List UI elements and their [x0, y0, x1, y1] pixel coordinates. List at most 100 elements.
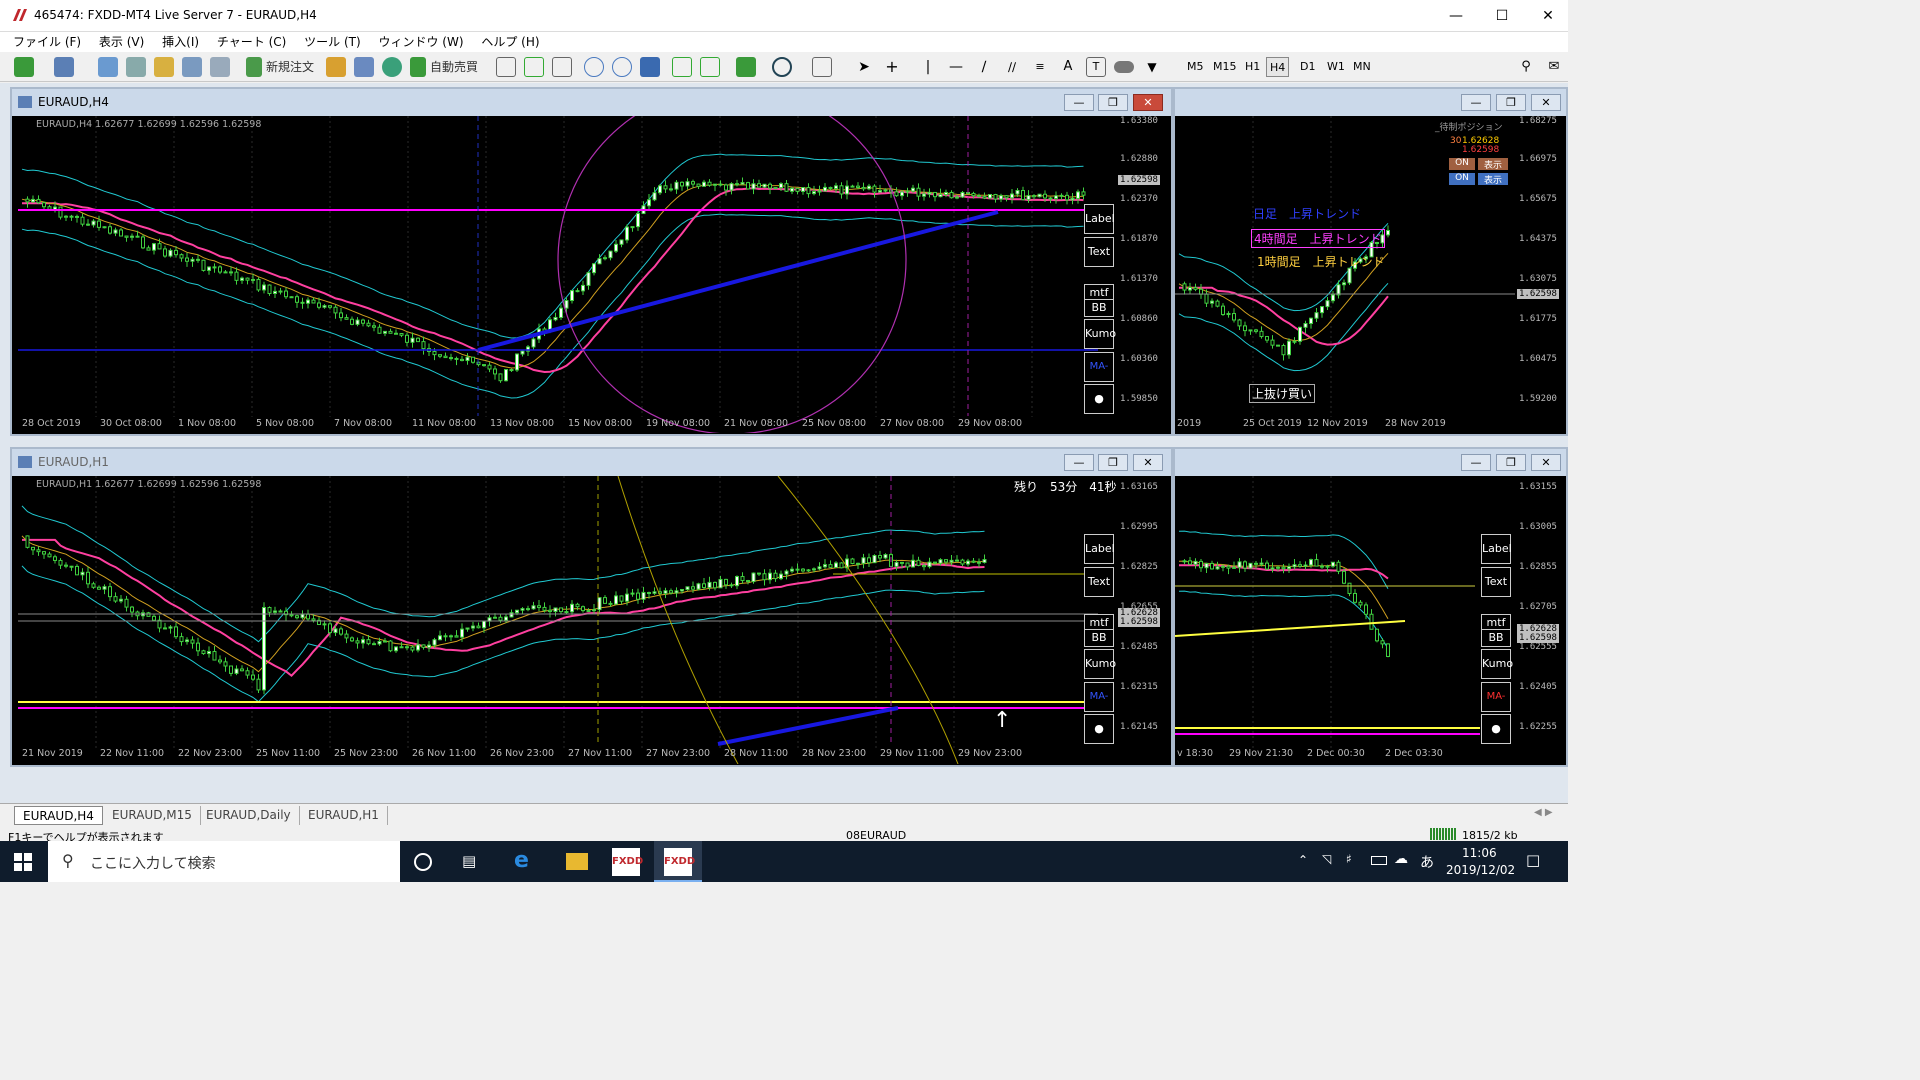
chart-plot-h1[interactable]: EURAUD,H1 1.62677 1.62699 1.62596 1.6259…: [18, 476, 1169, 764]
network-icon[interactable]: ◹: [1322, 852, 1331, 866]
tab-euraud-daily[interactable]: EURAUD,Daily: [198, 806, 300, 825]
clock-date[interactable]: 2019/12/02: [1446, 863, 1515, 877]
tab-euraud-m15[interactable]: EURAUD,M15: [104, 806, 201, 825]
arrows-icon[interactable]: ▼: [1142, 57, 1162, 77]
text-button[interactable]: Text: [1084, 237, 1114, 267]
chart-minimize-button[interactable]: —: [1064, 454, 1094, 471]
on-toggle-1[interactable]: ON: [1449, 158, 1475, 170]
ime-indicator[interactable]: あ: [1420, 852, 1434, 872]
ellipse-icon[interactable]: [1114, 61, 1134, 73]
menu-view[interactable]: 表示 (V): [92, 32, 151, 52]
autoscroll-icon[interactable]: [672, 57, 692, 77]
chart-minimize-button[interactable]: —: [1461, 94, 1491, 111]
fxdd-app-icon[interactable]: FXDD: [612, 848, 643, 876]
fxdd-app-active[interactable]: FXDD: [654, 841, 702, 882]
maximize-button[interactable]: ☐: [1479, 0, 1525, 32]
new-order-button[interactable]: 新規注文: [266, 57, 314, 77]
volume-icon[interactable]: ♯: [1346, 852, 1352, 866]
show-button-1[interactable]: 表示: [1478, 158, 1508, 171]
chart-minimize-button[interactable]: —: [1064, 94, 1094, 111]
vertical-line-icon[interactable]: |: [918, 57, 938, 77]
search-icon[interactable]: ⚲: [1516, 57, 1536, 77]
timeframe-m15[interactable]: M15: [1210, 57, 1240, 77]
line-chart-icon[interactable]: [552, 57, 572, 77]
fibonacci-icon[interactable]: ≡: [1030, 57, 1050, 77]
periods-icon[interactable]: [772, 57, 792, 77]
label-button[interactable]: Label: [1084, 204, 1115, 234]
chart-restore-button[interactable]: ❐: [1496, 454, 1526, 471]
cursor-icon[interactable]: ➤: [854, 57, 874, 77]
onedrive-icon[interactable]: ☁: [1394, 851, 1408, 867]
notifications-icon[interactable]: □: [1526, 851, 1540, 869]
menu-insert[interactable]: 挿入(I): [155, 32, 206, 52]
chart-restore-button[interactable]: ❐: [1098, 94, 1128, 111]
chart-window-h1[interactable]: EURAUD,H1 — ❐ ✕ EURAUD,H1 1.62677 1.6269…: [10, 447, 1173, 767]
kumo-button[interactable]: Kumo: [1084, 319, 1116, 349]
candlestick-icon[interactable]: [524, 57, 544, 77]
indicators-icon[interactable]: [736, 57, 756, 77]
settings-icon[interactable]: ●: [1084, 384, 1114, 414]
menu-file[interactable]: ファイル (F): [6, 32, 88, 52]
file-explorer-icon[interactable]: [566, 853, 588, 870]
tray-chevron-icon[interactable]: ⌃: [1298, 853, 1308, 867]
terminal-icon[interactable]: [182, 57, 202, 77]
zoom-in-icon[interactable]: [584, 57, 604, 77]
chart-minimize-button[interactable]: —: [1461, 454, 1491, 471]
tab-scroll-arrows[interactable]: ◀ ▶: [1534, 807, 1553, 818]
text-button[interactable]: Text: [1084, 567, 1114, 597]
zoom-out-icon[interactable]: [612, 57, 632, 77]
text-tool-icon[interactable]: A: [1058, 57, 1078, 77]
chart-close-button[interactable]: ✕: [1133, 94, 1163, 111]
chart-restore-button[interactable]: ❐: [1098, 454, 1128, 471]
tab-euraud-h4[interactable]: EURAUD,H4: [14, 806, 103, 825]
market-watch-icon[interactable]: [98, 57, 118, 77]
label-button[interactable]: Label: [1084, 534, 1115, 564]
navigator-icon[interactable]: [154, 57, 174, 77]
menu-window[interactable]: ウィンドウ (W): [371, 32, 470, 52]
chat-icon[interactable]: ✉: [1544, 57, 1564, 77]
timeframe-d1[interactable]: D1: [1297, 57, 1318, 77]
taskbar-search-box[interactable]: ⚲ ここに入力して検索: [48, 841, 400, 882]
templates-icon[interactable]: [812, 57, 832, 77]
timeframe-m5[interactable]: M5: [1184, 57, 1207, 77]
chart-plot-h4[interactable]: EURAUD,H4 1.62677 1.62699 1.62596 1.6259…: [18, 116, 1169, 433]
chart-close-button[interactable]: ✕: [1133, 454, 1163, 471]
tab-euraud-h1[interactable]: EURAUD,H1: [300, 806, 388, 825]
crosshair-icon[interactable]: +: [882, 57, 902, 77]
on-toggle-2[interactable]: ON: [1449, 173, 1475, 185]
timeframe-mn[interactable]: MN: [1350, 57, 1374, 77]
signals-icon[interactable]: [354, 57, 374, 77]
bb-button[interactable]: BB: [1084, 299, 1114, 317]
menu-tools[interactable]: ツール (T): [297, 32, 368, 52]
chart-window-d1[interactable]: — ❐ ✕ _待制ポジション 30 1.62628 1.62598 ON 表示 …: [1173, 87, 1568, 436]
task-view-icon[interactable]: ▤: [462, 852, 476, 870]
kumo-button[interactable]: Kumo: [1084, 649, 1116, 679]
chart-close-button[interactable]: ✕: [1531, 94, 1561, 111]
new-chart-icon[interactable]: [14, 57, 34, 77]
close-button[interactable]: ✕: [1525, 0, 1571, 32]
equidistant-channel-icon[interactable]: ∕∕: [1002, 57, 1022, 77]
chart-close-button[interactable]: ✕: [1531, 454, 1561, 471]
metaeditor-icon[interactable]: [326, 57, 346, 77]
tile-windows-icon[interactable]: [640, 57, 660, 77]
minimize-button[interactable]: —: [1433, 0, 1479, 32]
chart-plot-m15[interactable]: 1.63155 1.63005 1.62855 1.62705 1.62555 …: [1175, 476, 1566, 764]
kumo-button[interactable]: Kumo: [1481, 649, 1513, 679]
chart-plot-d1[interactable]: _待制ポジション 30 1.62628 1.62598 ON 表示 ON 表示 …: [1175, 116, 1566, 433]
chart-restore-button[interactable]: ❐: [1496, 94, 1526, 111]
battery-icon[interactable]: [1371, 856, 1387, 865]
data-window-icon[interactable]: [126, 57, 146, 77]
settings-icon[interactable]: ●: [1481, 714, 1511, 744]
text-label-icon[interactable]: T: [1086, 57, 1106, 77]
menu-help[interactable]: ヘルプ (H): [474, 32, 546, 52]
trendline-icon[interactable]: ∕: [974, 57, 994, 77]
timeframe-h4[interactable]: H4: [1266, 57, 1290, 77]
chart-window-h4[interactable]: EURAUD,H4 — ❐ ✕ EURAUD,H4 1.62677 1.6269…: [10, 87, 1173, 436]
bb-button[interactable]: BB: [1481, 629, 1511, 647]
market-icon[interactable]: [382, 57, 402, 77]
chart-window-m15[interactable]: — ❐ ✕ 1.63155 1.63005 1.62855 1.62705 1.…: [1173, 447, 1568, 767]
cortana-icon[interactable]: [414, 853, 432, 871]
strategy-tester-icon[interactable]: [210, 57, 230, 77]
menu-chart[interactable]: チャート (C): [210, 32, 293, 52]
bar-chart-icon[interactable]: [496, 57, 516, 77]
